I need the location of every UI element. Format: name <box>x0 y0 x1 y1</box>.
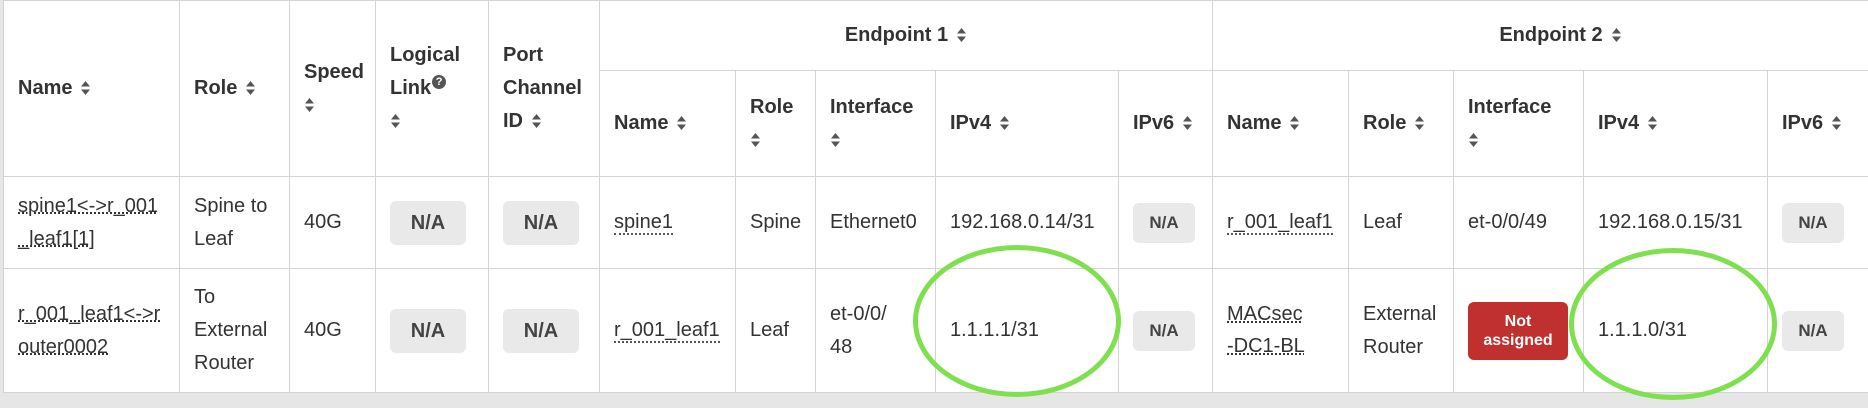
sort-icon[interactable] <box>245 80 256 96</box>
ep2-role: External Router <box>1363 302 1437 358</box>
ep2-interface: et-0/0/49 <box>1468 211 1547 233</box>
cell-ep1-ipv6: N/A <box>1118 268 1213 393</box>
link-role: Spine to Leaf <box>194 194 268 250</box>
col-header-ep1-role[interactable]: Role <box>735 70 816 177</box>
cell-link-name: r_001_leaf1<->router0002 <box>3 268 180 393</box>
col-header-logical-link[interactable]: Logical Link? <box>375 0 489 177</box>
sort-icon[interactable] <box>1647 115 1658 131</box>
ep1-ipv4: 192.168.0.14/31 <box>950 211 1095 233</box>
na-badge: N/A <box>1782 202 1844 243</box>
table-row: spine1<->r_001_leaf1[1] Spine to Leaf 40… <box>3 176 1868 269</box>
cell-ep2-ipv4: 1.1.1.0/31 <box>1583 268 1768 393</box>
col-header-port-channel-id[interactable]: Port Channel ID <box>488 0 600 177</box>
cell-ep1-ipv4: 1.1.1.1/31 <box>935 268 1119 393</box>
cell-port-channel: N/A <box>488 176 600 269</box>
link-name[interactable]: spine1<->r_001_leaf1[1] <box>18 190 168 256</box>
col-header-ep2-role[interactable]: Role <box>1348 70 1454 177</box>
ep2-role: Leaf <box>1363 211 1402 233</box>
na-badge: N/A <box>503 308 579 353</box>
cell-ep2-ipv6: N/A <box>1767 268 1868 393</box>
link-role: To External Router <box>194 286 268 374</box>
cabling-map-view: Name Role Speed Logical Link? Port Chann… <box>0 0 1868 408</box>
ep1-interface: Ethernet0 <box>830 211 917 233</box>
links-table: Name Role Speed Logical Link? Port Chann… <box>3 0 1868 393</box>
col-group-endpoint2[interactable]: Endpoint 2 <box>1212 0 1868 71</box>
cell-ep2-name: MACsec-DC1-BL <box>1212 268 1349 393</box>
sort-icon[interactable] <box>80 80 91 96</box>
ep2-ipv4: 1.1.1.0/31 <box>1598 319 1687 341</box>
sort-icon[interactable] <box>531 113 542 129</box>
col-header-ep1-interface[interactable]: Interface <box>815 70 936 177</box>
ep1-name-link[interactable]: spine1 <box>614 211 673 235</box>
sort-icon[interactable] <box>999 115 1010 131</box>
cell-ep2-name: r_001_leaf1 <box>1212 176 1349 269</box>
ep1-role: Leaf <box>750 319 789 341</box>
cell-logical-link: N/A <box>375 268 489 393</box>
link-name[interactable]: r_001_leaf1<->router0002 <box>18 298 168 364</box>
cell-ep2-interface: et-0/0/49 <box>1453 176 1584 269</box>
col-header-ep2-ipv4[interactable]: IPv4 <box>1583 70 1768 177</box>
col-header-speed[interactable]: Speed <box>289 0 376 177</box>
sort-icon[interactable] <box>750 132 761 148</box>
cell-port-channel: N/A <box>488 268 600 393</box>
sort-icon[interactable] <box>304 97 315 113</box>
cell-ep2-interface: Not assigned <box>1453 268 1584 393</box>
col-header-ep1-name[interactable]: Name <box>599 70 736 177</box>
sort-icon[interactable] <box>830 132 841 148</box>
na-badge: N/A <box>390 200 466 245</box>
cell-ep1-name: r_001_leaf1 <box>599 268 736 393</box>
link-speed: 40G <box>304 319 342 341</box>
cell-ep2-role: External Router <box>1348 268 1454 393</box>
col-header-ep2-ipv6[interactable]: IPv6 <box>1767 70 1868 177</box>
cell-ep2-role: Leaf <box>1348 176 1454 269</box>
not-assigned-badge: Not assigned <box>1468 301 1568 360</box>
cell-logical-link: N/A <box>375 176 489 269</box>
col-header-ep1-ipv6[interactable]: IPv6 <box>1118 70 1213 177</box>
sort-icon[interactable] <box>676 115 687 131</box>
ep2-ipv4: 192.168.0.15/31 <box>1598 211 1743 233</box>
na-badge: N/A <box>1782 310 1844 351</box>
ep1-role: Spine <box>750 211 802 233</box>
na-badge: N/A <box>1133 202 1195 243</box>
ep1-name-link[interactable]: r_001_leaf1 <box>614 319 720 343</box>
na-badge: N/A <box>503 200 579 245</box>
col-header-name[interactable]: Name <box>3 0 180 177</box>
na-badge: N/A <box>1133 310 1195 351</box>
sort-icon[interactable] <box>1831 115 1842 131</box>
col-header-ep2-name[interactable]: Name <box>1212 70 1349 177</box>
cell-link-role: Spine to Leaf <box>179 176 290 269</box>
ep2-name-link[interactable]: r_001_leaf1 <box>1227 211 1333 235</box>
table-row: r_001_leaf1<->router0002 To External Rou… <box>3 268 1868 393</box>
col-group-endpoint1[interactable]: Endpoint 1 <box>599 0 1213 71</box>
cell-ep1-role: Leaf <box>735 268 816 393</box>
link-speed: 40G <box>304 211 342 233</box>
sort-icon[interactable] <box>1414 115 1425 131</box>
sort-icon[interactable] <box>956 27 967 43</box>
col-header-ep1-ipv4[interactable]: IPv4 <box>935 70 1119 177</box>
cell-ep1-interface: Ethernet0 <box>815 176 936 269</box>
cell-link-name: spine1<->r_001_leaf1[1] <box>3 176 180 269</box>
ep1-interface: et-0/0/48 <box>830 302 887 358</box>
col-header-role[interactable]: Role <box>179 0 290 177</box>
cell-speed: 40G <box>289 268 376 393</box>
cell-link-role: To External Router <box>179 268 290 393</box>
ep1-ipv4: 1.1.1.1/31 <box>950 319 1039 341</box>
help-icon[interactable]: ? <box>432 75 447 89</box>
col-header-ep2-interface[interactable]: Interface <box>1453 70 1584 177</box>
cell-ep1-name: spine1 <box>599 176 736 269</box>
cell-ep2-ipv4: 192.168.0.15/31 <box>1583 176 1768 269</box>
cell-ep1-interface: et-0/0/48 <box>815 268 936 393</box>
cell-ep1-ipv4: 192.168.0.14/31 <box>935 176 1119 269</box>
sort-icon[interactable] <box>1289 115 1300 131</box>
sort-icon[interactable] <box>1182 115 1193 131</box>
sort-icon[interactable] <box>1611 27 1622 43</box>
sort-icon[interactable] <box>1468 132 1479 148</box>
na-badge: N/A <box>390 308 466 353</box>
ep2-name-link[interactable]: MACsec-DC1-BL <box>1227 298 1307 362</box>
sort-icon[interactable] <box>390 113 401 129</box>
cell-ep1-role: Spine <box>735 176 816 269</box>
cell-ep2-ipv6: N/A <box>1767 176 1868 269</box>
cell-ep1-ipv6: N/A <box>1118 176 1213 269</box>
cell-speed: 40G <box>289 176 376 269</box>
